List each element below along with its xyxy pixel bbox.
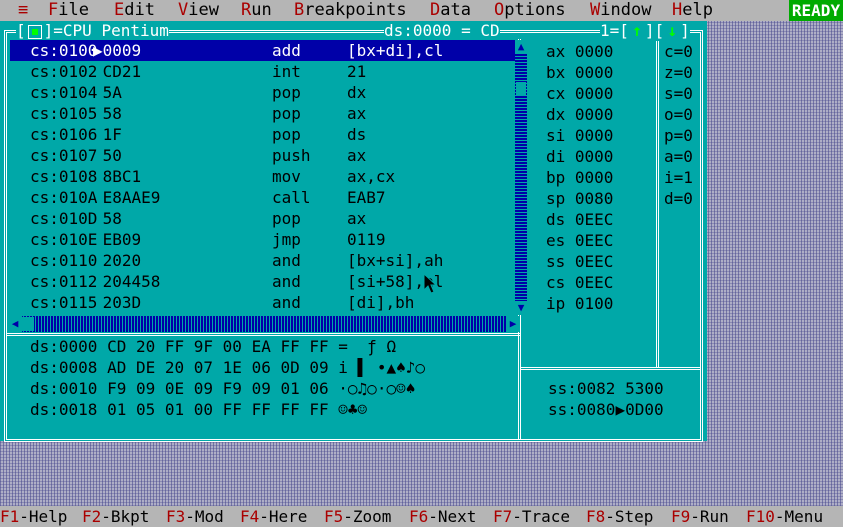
f5-zoom-key[interactable]: F5-Zoom bbox=[324, 507, 391, 526]
register-row[interactable]: dx 0000 bbox=[546, 104, 613, 125]
function-key-bar: F1-Help F2-Bkpt F3-Mod F4-Here F5-Zoom F… bbox=[0, 506, 843, 527]
menu-bar: ≡ File Edit View Run Breakpoints Data Op… bbox=[0, 0, 843, 21]
dump-title: ds:0000 = CD bbox=[384, 21, 500, 41]
window-title: []=CPU Pentium bbox=[16, 21, 169, 41]
code-row[interactable]: cs:010E EB09 jmp 0119 bbox=[10, 229, 515, 250]
menu-breakpoints[interactable]: Breakpoints bbox=[294, 1, 407, 20]
flag-row[interactable]: z=0 bbox=[664, 62, 693, 83]
stack-row[interactable]: ss:0080▶0D00 bbox=[548, 399, 664, 420]
cpu-window[interactable]: []=CPU Pentium ds:0000 = CD 1=[↑][↓] cs:… bbox=[0, 21, 707, 442]
menu-edit[interactable]: Edit bbox=[114, 1, 155, 20]
code-row[interactable]: cs:0108 8BC1 mov ax,cx bbox=[10, 166, 515, 187]
flag-row[interactable]: i=1 bbox=[664, 167, 693, 188]
register-row[interactable]: di 0000 bbox=[546, 146, 613, 167]
code-row[interactable]: cs:0107 50 push ax bbox=[10, 145, 515, 166]
ready-indicator: READY bbox=[789, 0, 843, 21]
flag-row[interactable]: p=0 bbox=[664, 125, 693, 146]
dump-row[interactable]: ds:0018 01 05 01 00 FF FF FF FF ☺♣☺ bbox=[30, 399, 367, 420]
code-vertical-scrollbar[interactable]: ▲ ▼ bbox=[515, 40, 527, 315]
hscroll-thumb[interactable] bbox=[22, 317, 34, 331]
f3-module-key[interactable]: F3-Mod bbox=[166, 507, 224, 526]
window-number: 1=[↑][↓] bbox=[600, 21, 690, 41]
code-row[interactable]: cs:0110 2020 and [bx+si],ah bbox=[10, 250, 515, 271]
scroll-up-arrow-icon[interactable]: ▲ bbox=[515, 40, 527, 54]
register-row[interactable]: sp 0080 bbox=[546, 188, 613, 209]
register-row[interactable]: ss 0EEC bbox=[546, 251, 613, 272]
register-row[interactable]: bp 0000 bbox=[546, 167, 613, 188]
f2-breakpoint-key[interactable]: F2-Bkpt bbox=[82, 507, 149, 526]
menu-options[interactable]: Options bbox=[494, 1, 566, 20]
f8-step-key[interactable]: F8-Step bbox=[586, 507, 653, 526]
menu-help[interactable]: Help bbox=[672, 1, 713, 20]
zoom-up-icon[interactable]: ↑ bbox=[629, 21, 645, 41]
system-menu-button[interactable]: ≡ bbox=[18, 1, 28, 20]
register-row[interactable]: ds 0EEC bbox=[546, 209, 613, 230]
mouse-pointer-icon bbox=[423, 273, 438, 294]
flag-row[interactable]: o=0 bbox=[664, 104, 693, 125]
f9-run-key[interactable]: F9-Run bbox=[671, 507, 729, 526]
code-row[interactable]: cs:0106 1F pop ds bbox=[10, 124, 515, 145]
menu-run[interactable]: Run bbox=[241, 1, 272, 20]
menu-view[interactable]: View bbox=[178, 1, 219, 20]
stack-row[interactable]: ss:0082 5300 bbox=[548, 378, 664, 399]
scroll-right-arrow-icon[interactable]: ▶ bbox=[506, 316, 520, 332]
register-row[interactable]: cx 0000 bbox=[546, 83, 613, 104]
menu-data[interactable]: Data bbox=[430, 1, 471, 20]
flag-row[interactable]: a=0 bbox=[664, 146, 693, 167]
flag-row[interactable]: s=0 bbox=[664, 83, 693, 104]
register-row[interactable]: cs 0EEC bbox=[546, 272, 613, 293]
register-row[interactable]: es 0EEC bbox=[546, 230, 613, 251]
menu-file[interactable]: File bbox=[48, 1, 89, 20]
close-window-button[interactable] bbox=[27, 24, 42, 39]
scroll-left-arrow-icon[interactable]: ◀ bbox=[8, 316, 22, 332]
register-stack-divider bbox=[520, 367, 700, 370]
code-row[interactable]: cs:0102 CD21 int 21 bbox=[10, 61, 515, 82]
code-row[interactable]: cs:0104 5A pop dx bbox=[10, 82, 515, 103]
register-row[interactable]: ax 0000 bbox=[546, 41, 613, 62]
f7-trace-key[interactable]: F7-Trace bbox=[493, 507, 570, 526]
code-row[interactable]: cs:0100 ▶0009 add [bx+di],cl bbox=[10, 40, 515, 61]
zoom-down-icon[interactable]: ↓ bbox=[664, 21, 680, 41]
dump-row[interactable]: ds:0010 F9 09 0E 09 F9 09 01 06 ·○♫○·○☺♠ bbox=[30, 378, 415, 399]
flag-row[interactable]: c=0 bbox=[664, 41, 693, 62]
code-horizontal-scrollbar[interactable]: ◀ ▶ bbox=[8, 316, 520, 332]
register-row[interactable]: bx 0000 bbox=[546, 62, 613, 83]
f6-next-key[interactable]: F6-Next bbox=[409, 507, 476, 526]
f10-menu-key[interactable]: F10-Menu bbox=[746, 507, 823, 526]
scroll-down-arrow-icon[interactable]: ▼ bbox=[515, 301, 527, 315]
disassembly-pane[interactable]: cs:0100 ▶0009 add [bx+di],cl cs:0102 CD21 in… bbox=[10, 40, 515, 313]
code-row[interactable]: cs:010D 58 pop ax bbox=[10, 208, 515, 229]
dump-row[interactable]: ds:0008 AD DE 20 07 1E 06 0D 09 i ▌ •▲♠♪… bbox=[30, 357, 425, 378]
code-row[interactable]: cs:0105 58 pop ax bbox=[10, 103, 515, 124]
code-row[interactable]: cs:0115 203D and [di],bh bbox=[10, 292, 515, 313]
scroll-thumb[interactable] bbox=[516, 82, 526, 96]
flag-row[interactable]: d=0 bbox=[664, 188, 693, 209]
register-flag-divider bbox=[656, 39, 659, 367]
code-row[interactable]: cs:010A E8AAE9 call EAB7 bbox=[10, 187, 515, 208]
code-row[interactable]: cs:0112 204458 and [si+58],al bbox=[10, 271, 515, 292]
f1-help-key[interactable]: F1-Help bbox=[0, 507, 67, 526]
dump-row[interactable]: ds:0000 CD 20 FF 9F 00 EA FF FF = ƒ Ω bbox=[30, 336, 396, 357]
menu-window[interactable]: Window bbox=[590, 1, 651, 20]
f4-here-key[interactable]: F4-Here bbox=[240, 507, 307, 526]
register-row[interactable]: si 0000 bbox=[546, 125, 613, 146]
register-row[interactable]: ip 0100 bbox=[546, 293, 613, 314]
